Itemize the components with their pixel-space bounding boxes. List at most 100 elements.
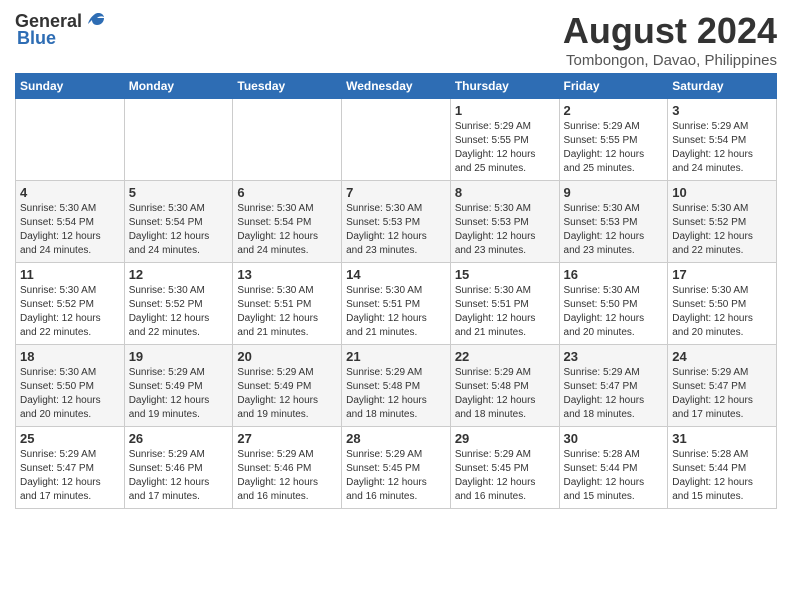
day-number: 18 xyxy=(20,349,120,364)
day-info: Sunrise: 5:30 AM Sunset: 5:50 PM Dayligh… xyxy=(20,366,120,422)
calendar-cell: 8 Sunrise: 5:30 AM Sunset: 5:53 PM Daylig… xyxy=(450,181,559,263)
calendar-cell: 23 Sunrise: 5:29 AM Sunset: 5:47 PM Dayli… xyxy=(559,345,668,427)
weekday-header-tuesday: Tuesday xyxy=(233,74,342,99)
day-number: 20 xyxy=(237,349,337,364)
day-number: 1 xyxy=(455,103,555,118)
day-number: 31 xyxy=(672,431,772,446)
logo: General Blue xyxy=(15,10,106,49)
day-number: 30 xyxy=(564,431,664,446)
day-info: Sunrise: 5:29 AM Sunset: 5:46 PM Dayligh… xyxy=(129,448,229,504)
weekday-header-saturday: Saturday xyxy=(668,74,777,99)
day-info: Sunrise: 5:30 AM Sunset: 5:53 PM Dayligh… xyxy=(455,202,555,258)
day-info: Sunrise: 5:29 AM Sunset: 5:47 PM Dayligh… xyxy=(564,366,664,422)
day-info: Sunrise: 5:30 AM Sunset: 5:51 PM Dayligh… xyxy=(346,284,446,340)
page-header: General Blue August 2024 Tombongon, Dava… xyxy=(15,10,777,69)
calendar-subtitle: Tombongon, Davao, Philippines xyxy=(563,52,777,69)
day-info: Sunrise: 5:29 AM Sunset: 5:55 PM Dayligh… xyxy=(455,120,555,176)
calendar-cell: 3 Sunrise: 5:29 AM Sunset: 5:54 PM Daylig… xyxy=(668,99,777,181)
calendar-cell: 21 Sunrise: 5:29 AM Sunset: 5:48 PM Dayli… xyxy=(342,345,451,427)
day-info: Sunrise: 5:29 AM Sunset: 5:45 PM Dayligh… xyxy=(455,448,555,504)
calendar-cell xyxy=(233,99,342,181)
calendar-cell: 24 Sunrise: 5:29 AM Sunset: 5:47 PM Dayli… xyxy=(668,345,777,427)
calendar-table: SundayMondayTuesdayWednesdayThursdayFrid… xyxy=(15,73,777,509)
day-number: 21 xyxy=(346,349,446,364)
day-info: Sunrise: 5:29 AM Sunset: 5:45 PM Dayligh… xyxy=(346,448,446,504)
weekday-header-friday: Friday xyxy=(559,74,668,99)
day-info: Sunrise: 5:29 AM Sunset: 5:54 PM Dayligh… xyxy=(672,120,772,176)
day-info: Sunrise: 5:29 AM Sunset: 5:48 PM Dayligh… xyxy=(455,366,555,422)
day-number: 25 xyxy=(20,431,120,446)
day-info: Sunrise: 5:30 AM Sunset: 5:54 PM Dayligh… xyxy=(20,202,120,258)
calendar-cell: 16 Sunrise: 5:30 AM Sunset: 5:50 PM Dayli… xyxy=(559,263,668,345)
day-number: 13 xyxy=(237,267,337,282)
calendar-cell: 1 Sunrise: 5:29 AM Sunset: 5:55 PM Daylig… xyxy=(450,99,559,181)
day-info: Sunrise: 5:30 AM Sunset: 5:52 PM Dayligh… xyxy=(672,202,772,258)
day-number: 5 xyxy=(129,185,229,200)
calendar-cell: 4Sunrise: 5:30 AM Sunset: 5:54 PM Daylig… xyxy=(16,181,125,263)
calendar-cell: 15 Sunrise: 5:30 AM Sunset: 5:51 PM Dayli… xyxy=(450,263,559,345)
day-info: Sunrise: 5:29 AM Sunset: 5:48 PM Dayligh… xyxy=(346,366,446,422)
calendar-week-row: 25 Sunrise: 5:29 AM Sunset: 5:47 PM Dayli… xyxy=(16,427,777,509)
title-area: August 2024 Tombongon, Davao, Philippine… xyxy=(563,10,777,69)
calendar-cell xyxy=(16,99,125,181)
weekday-header-sunday: Sunday xyxy=(16,74,125,99)
day-number: 17 xyxy=(672,267,772,282)
day-number: 19 xyxy=(129,349,229,364)
calendar-cell: 26 Sunrise: 5:29 AM Sunset: 5:46 PM Dayli… xyxy=(124,427,233,509)
calendar-title: August 2024 xyxy=(563,10,777,52)
day-number: 14 xyxy=(346,267,446,282)
calendar-cell xyxy=(342,99,451,181)
calendar-week-row: 4Sunrise: 5:30 AM Sunset: 5:54 PM Daylig… xyxy=(16,181,777,263)
day-info: Sunrise: 5:29 AM Sunset: 5:46 PM Dayligh… xyxy=(237,448,337,504)
day-number: 2 xyxy=(564,103,664,118)
weekday-header-row: SundayMondayTuesdayWednesdayThursdayFrid… xyxy=(16,74,777,99)
calendar-cell: 20Sunrise: 5:29 AM Sunset: 5:49 PM Dayli… xyxy=(233,345,342,427)
day-info: Sunrise: 5:30 AM Sunset: 5:53 PM Dayligh… xyxy=(564,202,664,258)
weekday-header-thursday: Thursday xyxy=(450,74,559,99)
calendar-cell: 17 Sunrise: 5:30 AM Sunset: 5:50 PM Dayli… xyxy=(668,263,777,345)
day-info: Sunrise: 5:30 AM Sunset: 5:52 PM Dayligh… xyxy=(20,284,120,340)
day-number: 6 xyxy=(237,185,337,200)
calendar-cell: 2 Sunrise: 5:29 AM Sunset: 5:55 PM Daylig… xyxy=(559,99,668,181)
day-number: 15 xyxy=(455,267,555,282)
day-info: Sunrise: 5:30 AM Sunset: 5:50 PM Dayligh… xyxy=(564,284,664,340)
day-number: 10 xyxy=(672,185,772,200)
calendar-cell: 19 Sunrise: 5:29 AM Sunset: 5:49 PM Dayli… xyxy=(124,345,233,427)
weekday-header-wednesday: Wednesday xyxy=(342,74,451,99)
day-number: 3 xyxy=(672,103,772,118)
calendar-cell: 31 Sunrise: 5:28 AM Sunset: 5:44 PM Dayli… xyxy=(668,427,777,509)
logo-blue-text: Blue xyxy=(17,28,56,49)
calendar-cell: 10 Sunrise: 5:30 AM Sunset: 5:52 PM Dayli… xyxy=(668,181,777,263)
calendar-cell: 13 Sunrise: 5:30 AM Sunset: 5:51 PM Dayli… xyxy=(233,263,342,345)
day-info: Sunrise: 5:30 AM Sunset: 5:51 PM Dayligh… xyxy=(237,284,337,340)
day-info: Sunrise: 5:30 AM Sunset: 5:51 PM Dayligh… xyxy=(455,284,555,340)
day-number: 8 xyxy=(455,185,555,200)
day-number: 29 xyxy=(455,431,555,446)
calendar-cell: 11 Sunrise: 5:30 AM Sunset: 5:52 PM Dayli… xyxy=(16,263,125,345)
calendar-cell: 12Sunrise: 5:30 AM Sunset: 5:52 PM Dayli… xyxy=(124,263,233,345)
day-info: Sunrise: 5:30 AM Sunset: 5:54 PM Dayligh… xyxy=(237,202,337,258)
day-info: Sunrise: 5:28 AM Sunset: 5:44 PM Dayligh… xyxy=(564,448,664,504)
calendar-week-row: 11 Sunrise: 5:30 AM Sunset: 5:52 PM Dayli… xyxy=(16,263,777,345)
calendar-cell: 7Sunrise: 5:30 AM Sunset: 5:53 PM Daylig… xyxy=(342,181,451,263)
day-info: Sunrise: 5:30 AM Sunset: 5:50 PM Dayligh… xyxy=(672,284,772,340)
day-number: 26 xyxy=(129,431,229,446)
calendar-cell: 18 Sunrise: 5:30 AM Sunset: 5:50 PM Dayli… xyxy=(16,345,125,427)
weekday-header-monday: Monday xyxy=(124,74,233,99)
day-number: 27 xyxy=(237,431,337,446)
day-number: 16 xyxy=(564,267,664,282)
day-info: Sunrise: 5:30 AM Sunset: 5:54 PM Dayligh… xyxy=(129,202,229,258)
calendar-cell: 25 Sunrise: 5:29 AM Sunset: 5:47 PM Dayli… xyxy=(16,427,125,509)
calendar-cell: 14 Sunrise: 5:30 AM Sunset: 5:51 PM Dayli… xyxy=(342,263,451,345)
day-number: 11 xyxy=(20,267,120,282)
calendar-week-row: 1 Sunrise: 5:29 AM Sunset: 5:55 PM Daylig… xyxy=(16,99,777,181)
day-info: Sunrise: 5:29 AM Sunset: 5:47 PM Dayligh… xyxy=(672,366,772,422)
day-info: Sunrise: 5:29 AM Sunset: 5:47 PM Dayligh… xyxy=(20,448,120,504)
calendar-cell: 28Sunrise: 5:29 AM Sunset: 5:45 PM Dayli… xyxy=(342,427,451,509)
day-number: 23 xyxy=(564,349,664,364)
day-info: Sunrise: 5:29 AM Sunset: 5:55 PM Dayligh… xyxy=(564,120,664,176)
calendar-cell: 30 Sunrise: 5:28 AM Sunset: 5:44 PM Dayli… xyxy=(559,427,668,509)
day-number: 24 xyxy=(672,349,772,364)
day-info: Sunrise: 5:29 AM Sunset: 5:49 PM Dayligh… xyxy=(129,366,229,422)
day-info: Sunrise: 5:28 AM Sunset: 5:44 PM Dayligh… xyxy=(672,448,772,504)
